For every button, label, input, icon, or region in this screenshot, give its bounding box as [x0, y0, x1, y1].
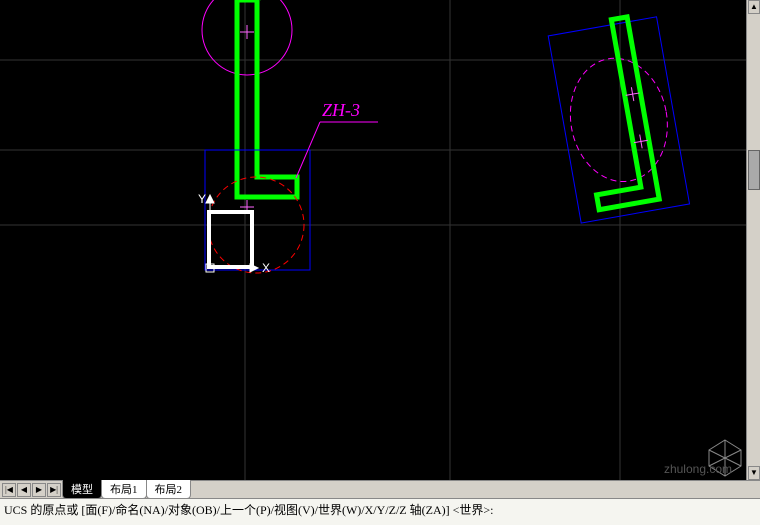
tab-model[interactable]: 模型 [62, 480, 102, 499]
command-line[interactable]: UCS 的原点或 [面(F)/命名(NA)/对象(OB)/上一个(P)/视图(V… [0, 498, 760, 525]
green-shape-left [237, 0, 297, 197]
drawing-svg [0, 0, 760, 480]
tab-nav-prev[interactable]: ◀ [17, 483, 31, 497]
scroll-up-button[interactable]: ▲ [748, 0, 760, 14]
right-group [547, 12, 689, 223]
layout-tabs-bar: |◀ ◀ ▶ ▶| 模型 布局1 布局2 [0, 480, 760, 498]
tab-nav-group: |◀ ◀ ▶ ▶| [0, 483, 63, 497]
command-prompt: UCS 的原点或 [面(F)/命名(NA)/对象(OB)/上一个(P)/视图(V… [4, 501, 494, 518]
axis-y-label: Y [198, 192, 206, 206]
tab-nav-first[interactable]: |◀ [2, 483, 16, 497]
drawing-canvas[interactable]: ZH-3 X Y zhulong.com ▲ ▼ [0, 0, 760, 480]
scroll-thumb[interactable] [748, 150, 760, 190]
tab-layout1[interactable]: 布局1 [101, 480, 147, 499]
annotation-label: ZH-3 [322, 100, 360, 121]
vertical-scrollbar[interactable]: ▲ ▼ [746, 0, 760, 480]
axis-x-label: X [262, 261, 270, 275]
tab-nav-last[interactable]: ▶| [47, 483, 61, 497]
tab-layout2[interactable]: 布局2 [146, 480, 192, 499]
white-rect [209, 212, 252, 267]
scroll-down-button[interactable]: ▼ [748, 466, 760, 480]
tab-nav-next[interactable]: ▶ [32, 483, 46, 497]
watermark: zhulong.com [664, 462, 732, 476]
